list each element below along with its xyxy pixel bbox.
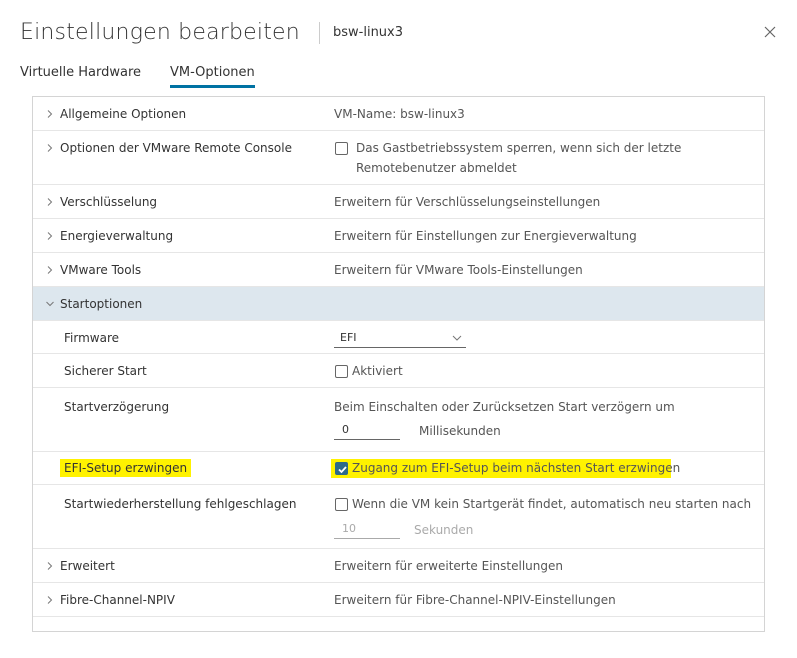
row-boot-options[interactable]: Startoptionen: [33, 287, 764, 321]
chevron-right-icon: [47, 110, 53, 118]
remote-console-label: Optionen der VMware Remote Console: [60, 141, 292, 155]
fibre-channel-npiv-label: Fibre-Channel-NPIV: [60, 593, 175, 607]
row-general-options[interactable]: Allgemeine Optionen VM-Name: bsw-linux3: [33, 97, 764, 131]
row-secure-boot: Sicherer Start Aktiviert: [33, 354, 764, 388]
boot-recovery-seconds-value: 10: [342, 522, 356, 535]
vmware-tools-value: Erweitern für VMware Tools-Einstellungen: [334, 263, 583, 277]
row-boot-delay: Startverzögerung Beim Einschalten oder Z…: [33, 388, 764, 452]
lock-guest-os-text-line2: Remotebenutzer abmeldet: [356, 161, 517, 175]
secure-boot-checkbox[interactable]: [335, 365, 348, 378]
chevron-right-icon: [47, 596, 53, 604]
dialog-header: Einstellungen bearbeiten bsw-linux3: [20, 18, 780, 48]
efi-setup-checkbox[interactable]: [335, 462, 348, 475]
row-remote-console[interactable]: Optionen der VMware Remote Console Das G…: [33, 131, 764, 185]
boot-recovery-checkbox[interactable]: [335, 498, 348, 511]
tab-vm-options[interactable]: VM-Optionen: [170, 62, 255, 88]
boot-options-label: Startoptionen: [60, 297, 143, 311]
boot-recovery-checkbox-label: Wenn die VM kein Startgerät findet, auto…: [352, 497, 752, 511]
dialog-title: Einstellungen bearbeiten: [20, 20, 300, 45]
boot-delay-description: Beim Einschalten oder Zurücksetzen Start…: [334, 400, 675, 414]
boot-recovery-unit: Sekunden: [414, 523, 474, 537]
tab-virtual-hardware[interactable]: Virtuelle Hardware: [20, 62, 141, 84]
secure-boot-label: Sicherer Start: [64, 364, 147, 378]
power-management-label: Energieverwaltung: [60, 229, 174, 243]
secure-boot-checkbox-label: Aktiviert: [352, 364, 403, 378]
row-fibre-channel-npiv[interactable]: Fibre-Channel-NPIV Erweitern für Fibre-C…: [33, 583, 764, 617]
row-vmware-tools[interactable]: VMware Tools Erweitern für VMware Tools-…: [33, 253, 764, 287]
chevron-down-icon: [452, 335, 462, 341]
chevron-right-icon: [47, 266, 53, 274]
vm-options-panel: Allgemeine Optionen VM-Name: bsw-linux3 …: [32, 96, 765, 632]
row-encryption[interactable]: Verschlüsselung Erweitern für Verschlüss…: [33, 185, 764, 219]
encryption-label: Verschlüsselung: [60, 195, 158, 209]
firmware-selected-value: EFI: [340, 331, 357, 344]
efi-setup-checkbox-label: Zugang zum EFI-Setup beim nächsten Start…: [352, 461, 681, 475]
row-efi-setup: EFI-Setup erzwingen Zugang zum EFI-Setup…: [33, 452, 764, 485]
boot-delay-value: 0: [342, 423, 349, 436]
boot-recovery-seconds-input[interactable]: 10: [334, 519, 400, 539]
chevron-down-icon: [46, 301, 54, 307]
chevron-right-icon: [47, 562, 53, 570]
firmware-select[interactable]: EFI: [334, 328, 466, 348]
vmware-tools-label: VMware Tools: [60, 263, 142, 277]
encryption-value: Erweitern für Verschlüsselungseinstellun…: [334, 195, 601, 209]
general-options-value: VM-Name: bsw-linux3: [334, 107, 465, 121]
vm-name-label: bsw-linux3: [333, 25, 404, 40]
row-firmware: Firmware EFI: [33, 321, 764, 354]
advanced-value: Erweitern für erweiterte Einstellungen: [334, 559, 563, 573]
chevron-right-icon: [47, 232, 53, 240]
chevron-right-icon: [47, 144, 53, 152]
general-options-label: Allgemeine Optionen: [60, 107, 187, 121]
row-boot-recovery: Startwiederherstellung fehlgeschlagen We…: [33, 485, 764, 549]
boot-delay-unit: Millisekunden: [419, 424, 501, 438]
lock-guest-os-checkbox[interactable]: [335, 142, 348, 155]
row-advanced[interactable]: Erweitert Erweitern für erweiterte Einst…: [33, 549, 764, 583]
row-power-management[interactable]: Energieverwaltung Erweitern für Einstell…: [33, 219, 764, 253]
efi-setup-label: EFI-Setup erzwingen: [60, 459, 192, 477]
advanced-label: Erweitert: [60, 559, 115, 573]
boot-delay-input[interactable]: 0: [334, 420, 400, 440]
chevron-right-icon: [47, 198, 53, 206]
power-management-value: Erweitern für Einstellungen zur Energiev…: [334, 229, 637, 243]
fibre-channel-npiv-value: Erweitern für Fibre-Channel-NPIV-Einstel…: [334, 593, 616, 607]
lock-guest-os-text-line1: Das Gastbetriebssystem sperren, wenn sic…: [356, 141, 682, 155]
firmware-label: Firmware: [64, 331, 119, 345]
boot-recovery-label: Startwiederherstellung fehlgeschlagen: [64, 497, 297, 511]
check-icon: [338, 466, 347, 474]
title-separator: [319, 22, 320, 44]
boot-delay-label: Startverzögerung: [64, 400, 170, 414]
close-button[interactable]: [760, 22, 780, 42]
close-icon: [764, 26, 776, 38]
